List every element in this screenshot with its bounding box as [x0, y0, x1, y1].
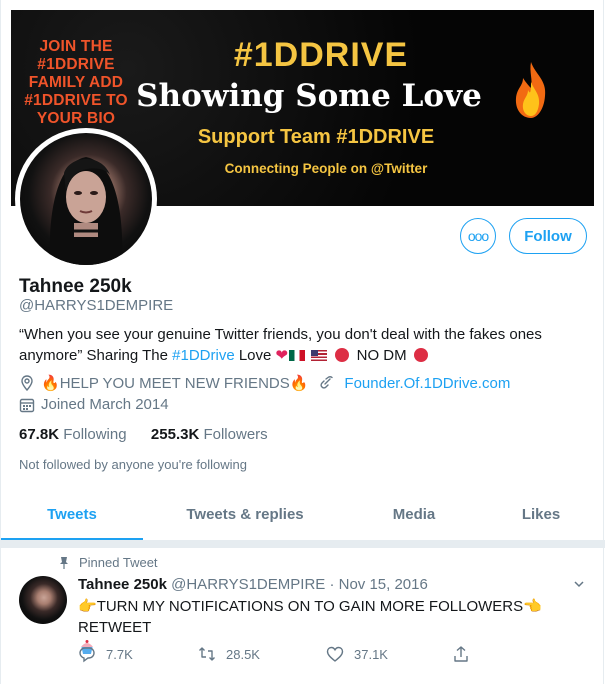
more-dots-icon: ooo: [467, 228, 489, 244]
banner-headline: Showing Some Love: [136, 78, 482, 114]
retweet-icon: [199, 647, 215, 661]
tab-tweets-replies[interactable]: Tweets & replies: [143, 490, 347, 538]
heart-icon: [326, 646, 344, 662]
followers-count: 255.3K: [150, 426, 200, 443]
tweet-actions: 7.7K 28.5K 37.1K: [78, 645, 478, 665]
fire-emoji-icon-2: 🔥: [289, 375, 309, 392]
retweet-count: 28.5K: [226, 646, 260, 662]
reply-button[interactable]: 7.7K: [78, 645, 133, 663]
bio-text-middle: Love: [234, 347, 276, 364]
section-divider: [1, 540, 605, 548]
retweet-button[interactable]: 28.5K: [198, 645, 260, 663]
profile-tabs: Tweets Tweets & replies Media Likes: [1, 490, 605, 541]
following-count: 67.8K: [19, 426, 60, 443]
profile-name: Tahnee 250k: [19, 276, 132, 297]
mexico-flag-icon: [289, 350, 306, 361]
following-label: Following: [63, 426, 127, 443]
banner-connecting-text: Connecting People on @Twitter: [224, 161, 428, 176]
tweet-handle-date[interactable]: @HARRYS1DEMPIRE · Nov 15, 2016: [171, 576, 428, 593]
avatar-image: [20, 133, 152, 265]
followers-label: Followers: [203, 426, 268, 443]
chevron-down-icon[interactable]: [573, 578, 585, 590]
tweet-text-main: TURN MY NOTIFICATIONS ON TO GAIN MORE FO…: [96, 598, 524, 615]
share-icon: [454, 646, 468, 662]
bio-text-end: NO DM: [352, 347, 411, 364]
banner-hashtag: #1DDRIVE: [233, 36, 409, 74]
pinned-tweet-text: Pinned Tweet: [79, 555, 158, 570]
calendar-icon: [19, 398, 35, 412]
profile-bio: “When you see your genuine Twitter frien…: [19, 324, 579, 366]
link-icon: [320, 376, 334, 389]
us-flag-icon: [311, 350, 328, 361]
profile-handle[interactable]: @HARRYS1DEMPIRE: [19, 297, 173, 314]
tweet-author-avatar[interactable]: [19, 576, 67, 624]
tweet-text-end: RETWEET: [78, 619, 152, 636]
tab-likes[interactable]: Likes: [481, 490, 601, 538]
tweet-author-name[interactable]: Tahnee 250k: [78, 576, 167, 593]
profile-avatar[interactable]: [15, 128, 157, 270]
more-options-button[interactable]: ooo: [460, 218, 496, 254]
following-link[interactable]: 67.8K Following: [19, 426, 127, 443]
reply-count: 7.7K: [106, 646, 133, 662]
fire-emoji-icon: 🔥: [41, 375, 60, 392]
reply-icon: [79, 647, 95, 663]
follow-stats: 67.8K Following 255.3K Followers: [19, 426, 268, 443]
followers-link[interactable]: 255.3K Followers: [151, 426, 268, 443]
profile-website-link[interactable]: Founder.Of.1DDrive.com: [344, 375, 510, 392]
like-button[interactable]: 37.1K: [326, 645, 388, 663]
banner-support-text: Support Team #1DDRIVE: [197, 126, 435, 148]
like-count: 37.1K: [354, 646, 388, 662]
profile-joined-row: Joined March 2014: [19, 396, 169, 413]
stop-sign-icon: [335, 348, 350, 362]
avatar-portrait: [49, 157, 123, 265]
joined-date: Joined March 2014: [41, 396, 169, 413]
profile-location-row: 🔥 HELP YOU MEET NEW FRIENDS 🔥 Founder.Of…: [19, 374, 510, 392]
tab-tweets[interactable]: Tweets: [1, 490, 143, 540]
tweet-header: Tahnee 250k @HARRYS1DEMPIRE · Nov 15, 20…: [78, 576, 428, 593]
stop-sign-icon-2: [413, 348, 428, 362]
pinned-tweet-label: Pinned Tweet: [59, 555, 158, 570]
pin-icon: [60, 556, 68, 569]
tab-media[interactable]: Media: [347, 490, 481, 538]
heart-emoji-icon: ❤: [275, 347, 289, 364]
location-text: HELP YOU MEET NEW FRIENDS: [59, 374, 290, 392]
banner-left-text: JOIN THE #1DDRIVE FAMILY ADD #1DDRIVE TO…: [24, 38, 128, 127]
profile-page: JOIN THE #1DDRIVE FAMILY ADD #1DDRIVE TO…: [0, 0, 605, 684]
bio-hashtag-link[interactable]: #1DDrive: [172, 347, 235, 364]
flame-icon: [515, 62, 546, 118]
share-button[interactable]: [452, 645, 480, 663]
not-followed-notice: Not followed by anyone you're following: [19, 457, 247, 472]
point-left-emoji-icon: 👈: [523, 598, 542, 615]
point-right-emoji-icon: 👉: [78, 598, 97, 615]
follow-button[interactable]: Follow: [509, 218, 587, 254]
location-pin-icon: [21, 375, 33, 391]
